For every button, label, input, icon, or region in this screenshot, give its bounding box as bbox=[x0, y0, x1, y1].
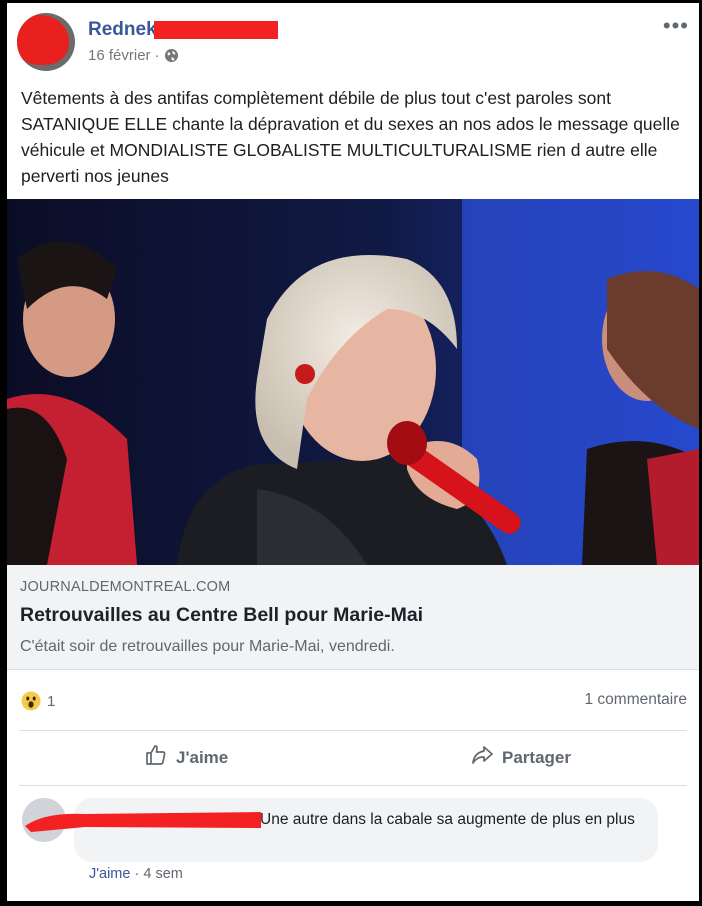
divider bbox=[19, 730, 687, 731]
comment-time[interactable]: 4 sem bbox=[143, 866, 183, 882]
comments-count[interactable]: 1 commentaire bbox=[584, 691, 687, 709]
meta-separator: · bbox=[154, 47, 160, 64]
comment-body: Une autre dans la cabale sa augmente de … bbox=[260, 811, 635, 828]
like-label: J'aime bbox=[176, 747, 229, 767]
globe-icon[interactable] bbox=[164, 48, 179, 63]
comment-like-link[interactable]: J'aime bbox=[89, 866, 130, 882]
post-date[interactable]: 16 février bbox=[88, 47, 151, 64]
link-title[interactable]: Retrouvailles au Centre Bell pour Marie-… bbox=[20, 604, 423, 627]
comment-actions: J'aime · 4 sem bbox=[89, 866, 183, 882]
author-name[interactable]: Rednek bbox=[88, 19, 157, 41]
reaction-count[interactable]: 1 bbox=[47, 693, 55, 710]
link-preview[interactable]: JOURNALDEMONTREAL.COM Retrouvailles au C… bbox=[7, 565, 699, 670]
name-redaction bbox=[154, 21, 278, 39]
commenter-redaction bbox=[25, 812, 261, 832]
wow-emoji-icon bbox=[21, 691, 41, 711]
thumbs-up-icon bbox=[144, 743, 168, 772]
post-photo[interactable] bbox=[7, 199, 699, 565]
link-domain: JOURNALDEMONTREAL.COM bbox=[20, 579, 231, 595]
facebook-post: Rednek 16 février · ••• Vêtements à des … bbox=[7, 3, 699, 901]
share-label: Partager bbox=[502, 747, 571, 767]
share-button[interactable]: Partager bbox=[470, 743, 571, 772]
more-horizontal-icon[interactable]: ••• bbox=[663, 15, 689, 37]
link-description: C'était soir de retrouvailles pour Marie… bbox=[20, 638, 395, 655]
like-button[interactable]: J'aime bbox=[144, 743, 228, 772]
author-avatar[interactable] bbox=[17, 13, 75, 71]
post-meta: 16 février · bbox=[88, 47, 179, 64]
divider bbox=[19, 785, 687, 786]
share-arrow-icon bbox=[470, 743, 494, 772]
post-text: Vêtements à des antifas complètement déb… bbox=[21, 88, 680, 186]
avatar-redaction bbox=[17, 15, 69, 65]
reactions-summary[interactable]: 1 bbox=[21, 691, 55, 711]
comment-separator: · bbox=[134, 866, 140, 882]
